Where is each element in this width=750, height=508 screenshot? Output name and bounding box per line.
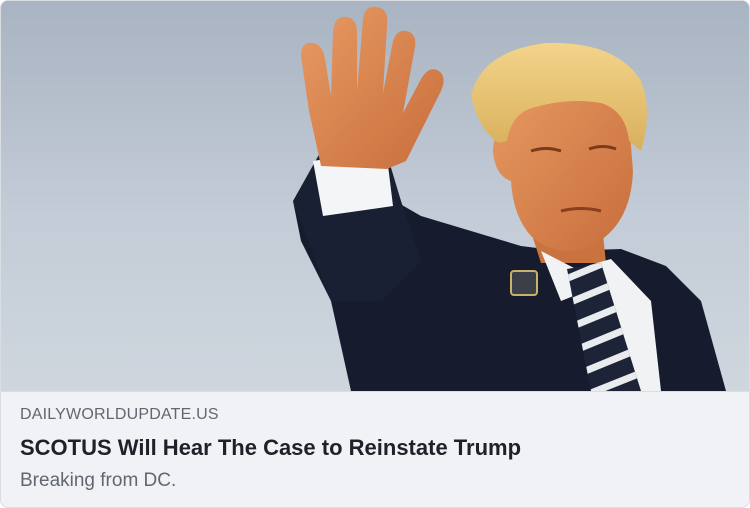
article-headline[interactable]: SCOTUS Will Hear The Case to Reinstate T… [20,435,521,461]
source-domain: DAILYWORLDUPDATE.US [20,406,219,423]
link-preview-meta[interactable]: DAILYWORLDUPDATE.US SCOTUS Will Hear The… [1,391,749,507]
link-preview-card[interactable]: DAILYWORLDUPDATE.US SCOTUS Will Hear The… [0,0,750,508]
article-subtitle: Breaking from DC. [20,470,177,491]
article-hero-image[interactable] [1,1,749,391]
photo-hero-image [1,1,749,391]
